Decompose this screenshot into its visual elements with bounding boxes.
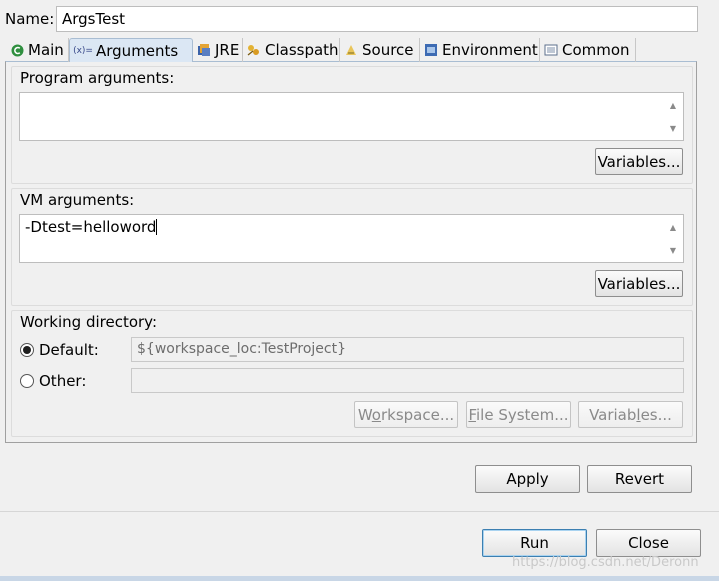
scroll-down-icon[interactable]: ▼ [664, 121, 682, 135]
file-system-button[interactable]: File System... [466, 401, 571, 428]
tab-source[interactable]: Source [340, 38, 420, 62]
tab-classpath-label: Classpath [265, 41, 339, 59]
tab-classpath[interactable]: Classpath [243, 38, 340, 62]
watermark: https://blog.csdn.net/Deronn [512, 555, 699, 570]
default-directory-field[interactable]: ${workspace_loc:TestProject} [131, 337, 684, 362]
jre-icon [197, 43, 211, 57]
close-label: Close [628, 534, 669, 552]
revert-button[interactable]: Revert [587, 465, 692, 493]
program-arguments-label: Program arguments: [20, 69, 175, 87]
tab-common-label: Common [562, 41, 630, 59]
vm-arguments-value: -Dtest=helloword [25, 218, 157, 236]
classpath-icon [247, 43, 261, 57]
tab-arguments[interactable]: (x)= Arguments [69, 38, 193, 62]
tab-source-label: Source [362, 41, 414, 59]
file-system-label: File System... [468, 405, 569, 424]
name-input-value: ArgsTest [62, 10, 126, 28]
working-directory-label: Working directory: [20, 313, 158, 331]
other-radio[interactable] [20, 374, 34, 388]
name-input[interactable]: ArgsTest [56, 6, 698, 32]
scroll-down-icon[interactable]: ▼ [664, 243, 682, 257]
apply-label: Apply [506, 470, 549, 488]
bottom-border [0, 576, 719, 581]
scroll-up-icon[interactable]: ▲ [664, 220, 682, 234]
default-label[interactable]: Default: [39, 341, 99, 359]
other-directory-field[interactable] [131, 368, 684, 393]
tab-environment-label: Environment [442, 41, 538, 59]
close-button[interactable]: Close [596, 529, 701, 557]
working-variables-button[interactable]: Variables... [578, 401, 683, 428]
program-variables-button[interactable]: Variables... [595, 148, 683, 175]
vm-variables-button[interactable]: Variables... [595, 270, 683, 297]
tab-jre-label: JRE [215, 41, 240, 59]
main-icon [10, 43, 24, 57]
other-label[interactable]: Other: [39, 372, 86, 390]
separator [0, 511, 719, 512]
tab-common[interactable]: Common [540, 38, 636, 62]
arguments-icon: (x)= [73, 45, 93, 56]
workspace-label: Workspace... [357, 405, 455, 424]
vm-arguments-label: VM arguments: [20, 191, 135, 209]
vm-variables-label: Variables... [597, 274, 681, 293]
apply-button[interactable]: Apply [475, 465, 580, 493]
common-icon [544, 43, 558, 57]
tab-main[interactable]: Main [6, 38, 69, 62]
program-arguments-scrollbar[interactable]: ▲ ▼ [664, 94, 682, 139]
run-label: Run [520, 534, 549, 552]
source-icon [344, 43, 358, 57]
environment-icon [424, 43, 438, 57]
text-cursor [156, 219, 158, 235]
tab-jre[interactable]: JRE [193, 38, 243, 62]
name-label: Name: [5, 10, 55, 28]
default-directory-value: ${workspace_loc:TestProject} [137, 341, 347, 357]
vm-arguments-input[interactable]: -Dtest=helloword ▲ ▼ [19, 214, 684, 263]
revert-label: Revert [614, 470, 665, 488]
tab-arguments-label: Arguments [96, 41, 179, 60]
tab-environment[interactable]: Environment [420, 38, 540, 62]
workspace-button[interactable]: Workspace... [354, 401, 458, 428]
program-variables-label: Variables... [597, 152, 681, 171]
default-radio[interactable] [20, 343, 34, 357]
program-arguments-input[interactable]: ▲ ▼ [19, 92, 684, 141]
scroll-up-icon[interactable]: ▲ [664, 98, 682, 112]
tab-main-label: Main [28, 41, 64, 59]
run-button[interactable]: Run [482, 529, 587, 557]
vm-arguments-scrollbar[interactable]: ▲ ▼ [664, 216, 682, 261]
working-variables-label: Variables... [589, 405, 672, 424]
